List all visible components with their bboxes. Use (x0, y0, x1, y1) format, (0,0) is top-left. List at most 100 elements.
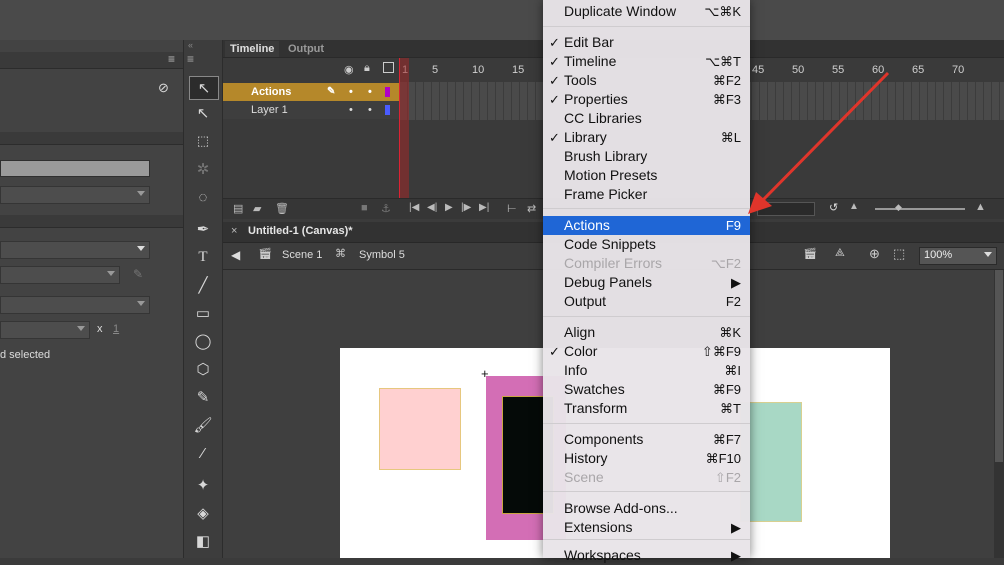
tab-output[interactable]: Output (283, 41, 329, 57)
small-frames-icon[interactable]: ▲ (849, 201, 859, 212)
close-icon[interactable]: × (231, 225, 237, 237)
outline-icon[interactable] (383, 62, 394, 73)
pen-tool-icon[interactable]: ✒ (189, 218, 217, 240)
symbol-breadcrumb[interactable]: Symbol 5 (359, 249, 405, 261)
menu-item-actions[interactable]: Actions F9 (543, 216, 750, 235)
style-dropdown[interactable] (0, 241, 150, 259)
pink-square[interactable] (379, 388, 461, 470)
bone-tool-icon[interactable]: ✦ (189, 474, 217, 496)
play-icon[interactable]: ▶ (445, 202, 453, 213)
polystar-tool-icon[interactable]: ⬡ (189, 358, 217, 380)
layer-name[interactable]: Actions (251, 83, 291, 101)
lock-dot[interactable]: • (368, 83, 372, 101)
layer-row-layer1[interactable]: Layer 1 • • (223, 101, 400, 119)
collapse-icon[interactable]: « (188, 40, 193, 50)
menu-item-info[interactable]: Info ⌘I (543, 361, 750, 380)
menu-item-swatches[interactable]: Swatches ⌘F9 (543, 380, 750, 399)
behavior-dropdown[interactable] (0, 186, 150, 204)
playhead[interactable] (399, 58, 409, 198)
document-tab[interactable]: Untitled-1 (Canvas)* (248, 225, 353, 237)
new-layer-icon[interactable]: ▤ (233, 202, 243, 215)
layer-name[interactable]: Layer 1 (251, 101, 288, 119)
lasso-tool-icon[interactable]: ◌ (189, 186, 217, 208)
center-frame-icon[interactable]: ⊢ (507, 202, 517, 215)
lock-icon[interactable]: 🔒︎ (364, 62, 370, 75)
center-stage-icon[interactable]: ⊕ (869, 246, 880, 262)
menu-item-align[interactable]: Align ⌘K (543, 323, 750, 342)
paint-bucket-tool-icon[interactable]: ◈ (189, 502, 217, 524)
visibility-dot[interactable]: • (349, 83, 353, 101)
visibility-dot[interactable]: • (349, 101, 353, 119)
lock-dot[interactable]: • (368, 101, 372, 119)
eye-icon[interactable]: ◉ (344, 63, 354, 76)
tools-menu-icon[interactable]: ≡ (187, 52, 194, 66)
family-dropdown[interactable] (0, 266, 120, 284)
filter-dropdown[interactable] (0, 321, 90, 339)
edit-scene-icon[interactable]: 🎬︎ (803, 247, 817, 260)
eyedropper-icon[interactable]: ✎ (133, 267, 143, 281)
zoom-select[interactable]: 100% (919, 247, 997, 265)
menu-item-timeline[interactable]: ✓ Timeline ⌥⌘T (543, 52, 750, 71)
menu-item-properties[interactable]: ✓ Properties ⌘F3 (543, 90, 750, 109)
3d-rotation-tool-icon[interactable]: ✲ (189, 158, 217, 180)
new-folder-icon[interactable]: ▰ (253, 202, 261, 215)
ink-bottle-tool-icon[interactable]: ◧ (189, 530, 217, 552)
menu-item-code-snippets[interactable]: Code Snippets (543, 235, 750, 254)
menu-item-brush-library[interactable]: Brush Library (543, 147, 750, 166)
paint-brush-tool-icon[interactable]: 🖌︎ (189, 414, 217, 436)
pencil-tool-icon[interactable]: ✎ (189, 386, 217, 408)
menu-item-transform[interactable]: Transform ⌘T (543, 399, 750, 418)
first-frame-icon[interactable]: |◀ (409, 202, 419, 213)
camera-icon[interactable]: ■ (361, 202, 368, 214)
stage-scrollbar[interactable] (994, 270, 1004, 558)
subselection-tool-icon[interactable]: ↖ (189, 102, 217, 124)
blend-dropdown[interactable] (0, 296, 150, 314)
menu-item-browse-add-ons[interactable]: Browse Add-ons... (543, 499, 750, 518)
panel-menu-icon[interactable]: ≡ (168, 52, 175, 66)
menu-item-components[interactable]: Components ⌘F7 (543, 430, 750, 449)
text-tool-icon[interactable]: T (189, 246, 217, 268)
menu-item-extensions[interactable]: Extensions ▶ (543, 518, 750, 537)
scene-breadcrumb[interactable]: Scene 1 (282, 249, 322, 261)
back-arrow-icon[interactable]: ◀ (231, 248, 240, 262)
timeline-scrollbar[interactable] (757, 202, 815, 216)
selection-tool-icon[interactable]: ↖ (189, 76, 219, 100)
loop-icon[interactable]: ⇄ (527, 202, 536, 215)
frame-size-slider[interactable] (875, 208, 965, 210)
reset-icon[interactable]: ↺ (829, 201, 838, 214)
last-frame-icon[interactable]: ▶| (479, 202, 489, 213)
oval-tool-icon[interactable]: ◯ (189, 330, 217, 352)
menu-item-frame-picker[interactable]: Frame Picker (543, 185, 750, 204)
clip-icon[interactable]: ⬚ (893, 246, 905, 262)
free-transform-tool-icon[interactable]: ⬚ (189, 130, 217, 152)
layer-row-actions[interactable]: Actions ✎ • • (223, 83, 400, 101)
menu-item-debug-panels[interactable]: Debug Panels ▶ (543, 273, 750, 292)
slider-thumb[interactable]: ◆ (895, 202, 902, 213)
large-frames-icon[interactable]: ▲ (975, 201, 986, 213)
menu-item-library[interactable]: ✓ Library ⌘L (543, 128, 750, 147)
menu-item-duplicate-window[interactable]: Duplicate Window ⌥⌘K (543, 2, 750, 21)
menu-item-output[interactable]: Output F2 (543, 292, 750, 311)
delete-icon[interactable]: 🗑︎ (275, 202, 289, 215)
layer-color-swatch[interactable] (385, 105, 390, 115)
line-tool-icon[interactable]: ╱ (189, 274, 217, 296)
edit-symbol-icon[interactable]: ⟁ (835, 247, 845, 260)
menu-item-history[interactable]: History ⌘F10 (543, 449, 750, 468)
layer-color-swatch[interactable] (385, 87, 390, 97)
scrollbar-thumb[interactable] (995, 270, 1003, 462)
x-value[interactable]: 1 (113, 323, 119, 335)
menu-item-cc-libraries[interactable]: CC Libraries (543, 109, 750, 128)
name-field[interactable] (0, 160, 150, 177)
step-back-icon[interactable]: ◀| (427, 202, 437, 213)
help-icon[interactable]: ⊘ (158, 80, 169, 96)
rectangle-tool-icon[interactable]: ▭ (189, 302, 217, 324)
menu-item-color[interactable]: ✓ Color ⇧⌘F9 (543, 342, 750, 361)
step-forward-icon[interactable]: |▶ (461, 202, 471, 213)
tab-timeline[interactable]: Timeline (225, 41, 280, 57)
brush-tool-icon[interactable]: ⁄ (189, 442, 217, 464)
menu-item-edit-bar[interactable]: ✓ Edit Bar (543, 33, 750, 52)
menu-item-motion-presets[interactable]: Motion Presets (543, 166, 750, 185)
menu-item-tools[interactable]: ✓ Tools ⌘F2 (543, 71, 750, 90)
menu-item-workspaces[interactable]: Workspaces ▶ (543, 546, 750, 565)
anchor-icon[interactable]: ⚓︎ (381, 202, 391, 215)
